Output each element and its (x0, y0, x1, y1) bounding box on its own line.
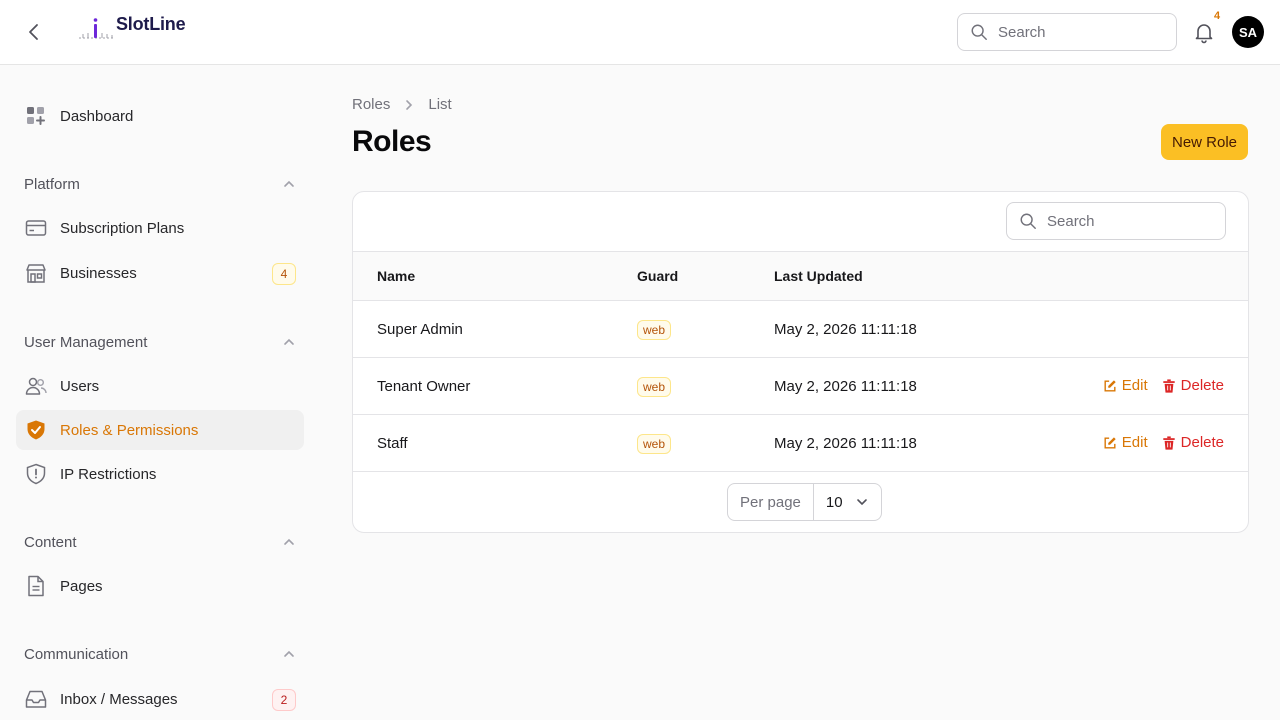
sidebar-item-subscription-plans[interactable]: Subscription Plans (16, 208, 304, 248)
row-actions: Edit Delete (1103, 377, 1224, 394)
per-page-value: 10 (825, 493, 843, 511)
last-updated: May 2, 2026 11:11:18 (774, 378, 917, 395)
table-row: Staff web May 2, 2026 11:11:18 Edit Dele… (353, 415, 1248, 472)
sidebar: Dashboard Platform Subscription Plans Bu… (0, 65, 320, 720)
role-name: Super Admin (377, 321, 463, 338)
user-avatar[interactable]: SA (1232, 16, 1264, 48)
chevron-up-icon (284, 650, 294, 657)
edit-button[interactable]: Edit (1103, 434, 1148, 451)
per-page-dropdown[interactable]: 10 (814, 494, 881, 511)
guard-badge: web (637, 320, 672, 340)
guard-badge: web (637, 377, 672, 397)
delete-button[interactable]: Delete (1162, 434, 1224, 451)
sidebar-item-label: Subscription Plans (60, 219, 185, 237)
table-toolbar (353, 192, 1248, 252)
inbox-icon (24, 687, 48, 711)
sidebar-item-label: Dashboard (60, 107, 134, 125)
bell-icon[interactable] (1192, 20, 1216, 44)
column-header-name[interactable]: Name (377, 268, 415, 284)
roles-table-card: Name Guard Last Updated Super Admin web … (352, 191, 1249, 533)
group-user-management[interactable]: User Management (24, 330, 296, 354)
delete-label: Delete (1180, 434, 1224, 451)
new-role-button[interactable]: New Role (1161, 124, 1248, 160)
search-icon (971, 24, 987, 40)
group-platform[interactable]: Platform (24, 172, 296, 196)
trash-icon (1162, 378, 1175, 393)
shield-alert-icon (24, 462, 48, 486)
sidebar-item-label: Roles & Permissions (60, 421, 199, 439)
column-header-last-updated[interactable]: Last Updated (774, 268, 863, 284)
inbox-count-badge: 2 (272, 689, 296, 711)
sidebar-item-label: Pages (60, 577, 103, 595)
breadcrumb-roles[interactable]: Roles (352, 96, 390, 113)
edit-icon (1104, 379, 1116, 392)
notification-count-badge: 4 (1214, 10, 1221, 22)
sidebar-item-label: Users (60, 377, 100, 395)
page-title: Roles (352, 125, 432, 158)
group-label: Communication (24, 645, 129, 663)
row-actions: Edit Delete (1103, 434, 1224, 451)
shield-check-icon (24, 418, 48, 442)
top-bar: SlotLine 4 SA (0, 0, 1280, 65)
back-arrow-icon[interactable] (22, 20, 46, 44)
breadcrumb-list: List (428, 96, 452, 113)
per-page-label: Per page (728, 484, 814, 520)
last-updated: May 2, 2026 11:11:18 (774, 321, 917, 338)
breadcrumb: Roles List (352, 96, 452, 113)
search-icon (1020, 213, 1036, 229)
chevron-up-icon (284, 538, 294, 545)
edit-label: Edit (1121, 434, 1148, 451)
sidebar-item-roles-permissions[interactable]: Roles & Permissions (16, 410, 304, 450)
group-communication[interactable]: Communication (24, 642, 296, 666)
role-name: Staff (377, 435, 408, 452)
guard-badge: web (637, 434, 672, 454)
document-icon (24, 574, 48, 598)
credit-card-icon (24, 216, 48, 240)
column-header-guard[interactable]: Guard (637, 268, 678, 284)
global-search[interactable] (957, 13, 1177, 51)
edit-icon (1104, 436, 1116, 449)
sidebar-item-label: IP Restrictions (60, 465, 157, 483)
role-name: Tenant Owner (377, 378, 471, 395)
sidebar-item-businesses[interactable]: Businesses 4 (16, 253, 304, 293)
sidebar-item-dashboard[interactable]: Dashboard (16, 96, 304, 136)
sidebar-item-inbox[interactable]: Inbox / Messages 2 (16, 679, 304, 719)
sidebar-item-users[interactable]: Users (16, 366, 304, 406)
table-header: Name Guard Last Updated (353, 252, 1248, 301)
global-search-input[interactable] (998, 23, 1158, 41)
group-label: Platform (24, 175, 80, 193)
users-icon (24, 374, 48, 398)
sidebar-item-label: Inbox / Messages (60, 690, 178, 708)
table-row: Tenant Owner web May 2, 2026 11:11:18 Ed… (353, 358, 1248, 415)
businesses-count-badge: 4 (272, 263, 296, 285)
delete-button[interactable]: Delete (1162, 377, 1224, 394)
last-updated: May 2, 2026 11:11:18 (774, 435, 917, 452)
group-content[interactable]: Content (24, 530, 296, 554)
brand-logo-icon (79, 18, 115, 39)
group-label: Content (24, 533, 77, 551)
chevron-down-icon (856, 499, 867, 506)
table-search-input[interactable] (1047, 212, 1207, 230)
table-row: Super Admin web May 2, 2026 11:11:18 (353, 301, 1248, 358)
sidebar-item-pages[interactable]: Pages (16, 566, 304, 606)
brand-name: SlotLine (116, 14, 186, 34)
edit-label: Edit (1121, 377, 1148, 394)
chevron-up-icon (284, 180, 294, 187)
delete-label: Delete (1180, 377, 1224, 394)
storefront-icon (24, 261, 48, 285)
chevron-up-icon (284, 338, 294, 345)
per-page-select: Per page 10 (727, 483, 882, 521)
sidebar-item-ip-restrictions[interactable]: IP Restrictions (16, 454, 304, 494)
table-search[interactable] (1006, 202, 1226, 240)
trash-icon (1162, 435, 1175, 450)
dashboard-icon (24, 104, 48, 128)
edit-button[interactable]: Edit (1103, 377, 1148, 394)
brand[interactable]: SlotLine (78, 14, 186, 40)
chevron-right-icon (402, 98, 416, 112)
group-label: User Management (24, 333, 148, 351)
sidebar-item-label: Businesses (60, 264, 137, 282)
